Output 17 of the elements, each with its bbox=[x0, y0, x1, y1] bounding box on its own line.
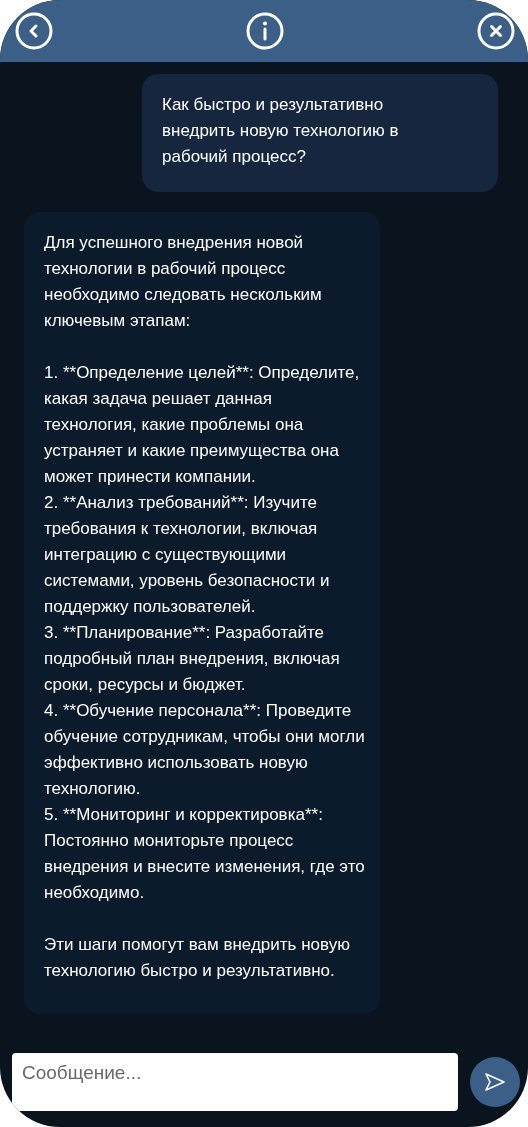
close-button[interactable] bbox=[477, 12, 515, 50]
message-text: Как быстро и результативно внедрить новую технологию в рабочий процесс? bbox=[162, 94, 400, 168]
back-button[interactable] bbox=[15, 12, 53, 50]
message-text: 5. **Мониторинг и корректировка**: Постоянно мониторьте процесс внедрения и внесите изменения, где это необходимо. bbox=[44, 804, 366, 904]
info-icon bbox=[246, 12, 284, 50]
back-icon bbox=[15, 12, 53, 50]
send-button[interactable] bbox=[470, 1057, 520, 1107]
message-text: 4. **Обучение персонала**: Проведите обучение сотрудникам, чтобы они могли эффективно использовать новую технологию. bbox=[44, 700, 366, 800]
message-text: 3. **Планирование**: Разработайте подробный план внедрения, включая сроки, ресурсы и бюджет. bbox=[44, 622, 341, 696]
message-text: 1. **Определение целей**: Определите, какая задача решает данная технология, какие проблемы она устраняет и какие преимущества она может принести компании. bbox=[44, 362, 361, 488]
message-text: Эти шаги помогут вам внедрить новую технологию быстро и результативно. bbox=[44, 934, 351, 982]
send-icon bbox=[483, 1070, 507, 1094]
message-text: Для успешного внедрения новой технологии в рабочий процесс необходимо следовать нескольким ключевым этапам: bbox=[44, 232, 323, 332]
message-input-field[interactable]: Сообщение... bbox=[12, 1053, 458, 1111]
close-icon bbox=[477, 12, 515, 50]
message-text: 2. **Анализ требований**: Изучите требования к технологии, включая интеграцию с существующими системами, уровень безопасности и поддержку пользователей. bbox=[44, 492, 331, 618]
info-button[interactable] bbox=[246, 12, 284, 50]
